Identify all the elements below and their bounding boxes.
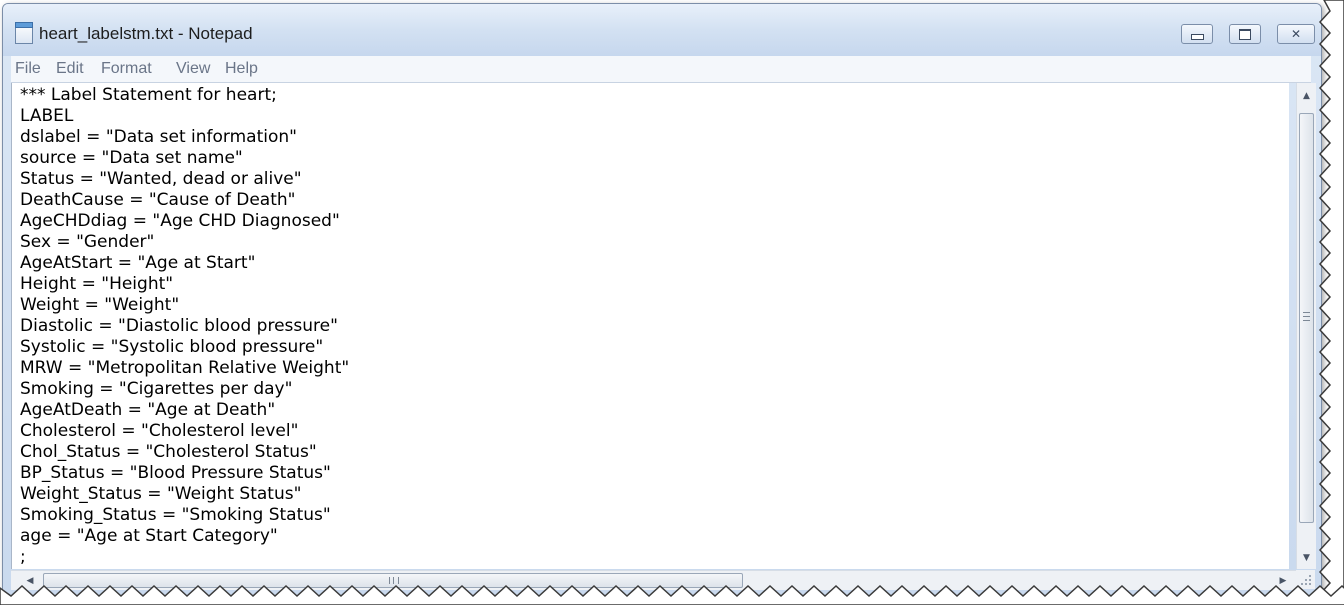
menu-file[interactable]: File <box>15 60 41 78</box>
title-bar[interactable]: heart_labelstm.txt - Notepad ✕ <box>3 4 1321 56</box>
grip-icon <box>1303 312 1310 321</box>
close-icon: ✕ <box>1290 27 1302 41</box>
menu-bar: File Edit Format View Help <box>11 56 1311 83</box>
notepad-icon[interactable] <box>15 22 33 44</box>
torn-edge-bottom <box>0 584 1344 605</box>
menu-view[interactable]: View <box>176 60 210 78</box>
maximize-icon <box>1230 25 1260 43</box>
menu-format[interactable]: Format <box>101 60 152 78</box>
minimize-button[interactable] <box>1181 24 1213 44</box>
minimize-icon <box>1182 25 1212 43</box>
maximize-button[interactable] <box>1229 24 1261 44</box>
menu-edit[interactable]: Edit <box>56 60 84 78</box>
menu-help[interactable]: Help <box>225 60 258 78</box>
notepad-window: heart_labelstm.txt - Notepad ✕ File Edit… <box>2 3 1322 603</box>
editor-text[interactable]: *** Label Statement for heart; LABEL dsl… <box>20 85 349 568</box>
torn-edge-right <box>1318 0 1344 605</box>
text-editor-area[interactable]: *** Label Statement for heart; LABEL dsl… <box>11 83 1289 569</box>
window-title: heart_labelstm.txt - Notepad <box>39 24 253 43</box>
